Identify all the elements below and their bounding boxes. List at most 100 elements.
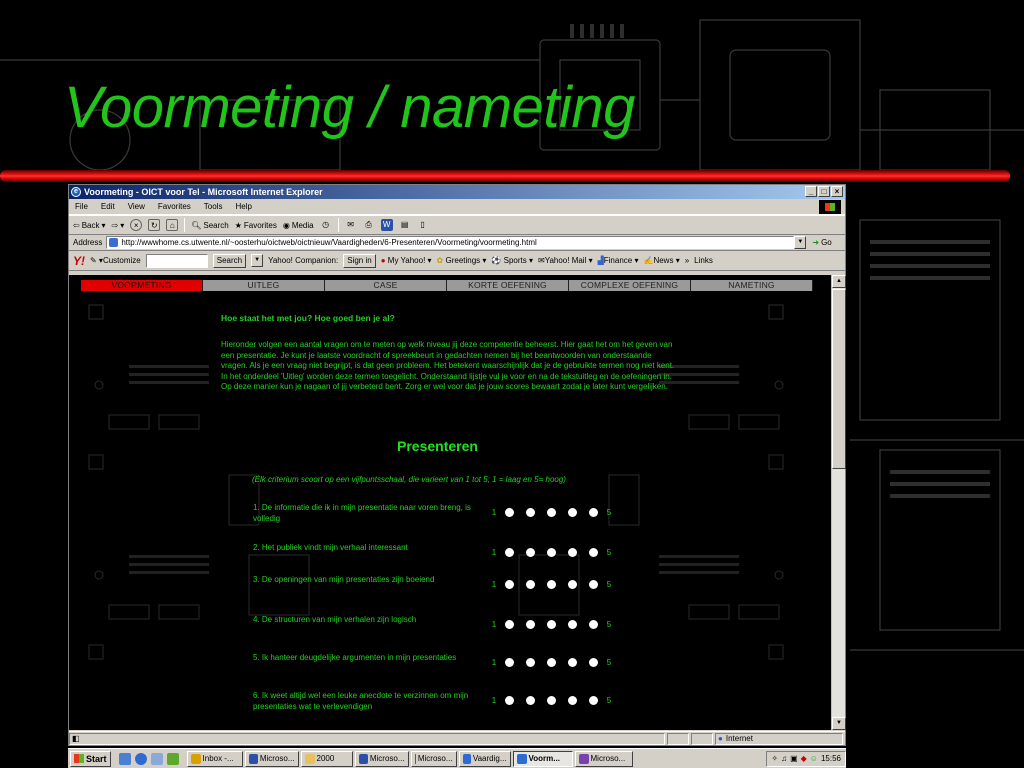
customize-button[interactable]: ✎ ▾Customize: [90, 256, 141, 265]
rating-radio[interactable]: [568, 508, 577, 517]
taskbar-window-button[interactable]: Microso...: [410, 750, 457, 767]
rating-radio[interactable]: [526, 620, 535, 629]
rating-radio[interactable]: [589, 620, 598, 629]
rating-radio[interactable]: [547, 620, 556, 629]
yahoo-logo-icon[interactable]: Y!: [73, 254, 85, 268]
menu-edit[interactable]: Edit: [101, 202, 115, 211]
go-button[interactable]: ➜ Go: [812, 238, 831, 247]
rating-radio[interactable]: [547, 658, 556, 667]
tray-display-icon[interactable]: ▣: [790, 754, 798, 763]
history-icon[interactable]: ◷: [320, 219, 332, 231]
taskbar-window-button[interactable]: Microso...: [574, 750, 633, 767]
rating-radio[interactable]: [589, 658, 598, 667]
rating-radio[interactable]: [568, 580, 577, 589]
menu-favorites[interactable]: Favorites: [158, 202, 191, 211]
yahoo-search-dropdown-icon[interactable]: ▼: [251, 254, 264, 267]
messenger-icon[interactable]: ▯: [417, 219, 429, 231]
app-quicklaunch-icon[interactable]: [166, 752, 179, 765]
links-button[interactable]: Links: [694, 256, 713, 265]
taskbar-window-button[interactable]: Vaardig...: [458, 750, 511, 767]
address-input[interactable]: http://wwwhome.cs.utwente.nl/~oosterhu/o…: [106, 236, 795, 249]
rating-radio[interactable]: [568, 548, 577, 557]
rating-radio[interactable]: [526, 580, 535, 589]
rating-radio[interactable]: [526, 696, 535, 705]
home-icon[interactable]: ⌂: [166, 219, 179, 231]
taskbar-window-button[interactable]: Inbox -...: [186, 750, 243, 767]
rating-radio[interactable]: [505, 696, 514, 705]
sign-in-button[interactable]: Sign in: [343, 253, 376, 268]
word-edit-icon[interactable]: W: [380, 219, 393, 231]
yahoo-search-input[interactable]: [145, 253, 208, 268]
tab-voormeting[interactable]: VOORMETING: [81, 280, 203, 291]
rating-radio[interactable]: [547, 508, 556, 517]
tab-nameting[interactable]: NAMETING: [691, 280, 813, 291]
rating-radio[interactable]: [505, 658, 514, 667]
tray-messenger-icon[interactable]: ☺: [810, 754, 818, 763]
taskbar-window-button[interactable]: 2000: [300, 750, 353, 767]
yahoo-search-button[interactable]: Search: [212, 253, 247, 268]
forward-button[interactable]: ⇨ ▾: [112, 221, 125, 230]
tray-app-icon[interactable]: ◆: [801, 754, 807, 763]
scrollbar-thumb[interactable]: [832, 289, 846, 469]
rating-radio[interactable]: [589, 696, 598, 705]
rating-radio[interactable]: [505, 508, 514, 517]
tray-volume-icon[interactable]: ♫: [781, 754, 787, 763]
yahoo-mail-button[interactable]: ✉Yahoo! Mail ▾: [538, 256, 593, 265]
rating-radio[interactable]: [547, 580, 556, 589]
stop-icon[interactable]: ×: [130, 219, 143, 231]
rating-radio[interactable]: [568, 696, 577, 705]
scroll-down-icon[interactable]: ▼: [832, 717, 846, 730]
tab-korte-oefening[interactable]: KORTE OEFENING: [447, 280, 569, 291]
tray-network-icon[interactable]: ✧: [771, 754, 778, 763]
taskbar-window-button[interactable]: Microso...: [244, 750, 299, 767]
refresh-icon[interactable]: ↻: [148, 219, 161, 231]
rating-radio[interactable]: [589, 508, 598, 517]
clock[interactable]: 15:56: [821, 754, 841, 763]
discuss-icon[interactable]: ▤: [399, 219, 411, 231]
my-yahoo-button[interactable]: ● My Yahoo! ▾: [381, 256, 432, 265]
rating-radio[interactable]: [505, 580, 514, 589]
start-button[interactable]: Start: [70, 750, 111, 767]
rating-radio[interactable]: [547, 696, 556, 705]
tab-complexe-oefening[interactable]: COMPLEXE OEFENING: [569, 280, 691, 291]
taskbar-window-button[interactable]: Microso...: [354, 750, 409, 767]
rating-radio[interactable]: [526, 548, 535, 557]
tab-uitleg[interactable]: UITLEG: [203, 280, 325, 291]
minimize-button[interactable]: _: [805, 186, 817, 197]
media-button[interactable]: ◉ Media: [283, 221, 314, 230]
tab-case[interactable]: CASE: [325, 280, 447, 291]
explorer-quicklaunch-icon[interactable]: [150, 752, 163, 765]
ie-quicklaunch-icon[interactable]: [134, 752, 147, 765]
taskbar-window-button[interactable]: Voorm...: [512, 750, 573, 767]
search-button[interactable]: 🔍︎ Search: [191, 221, 229, 230]
rating-radio[interactable]: [589, 580, 598, 589]
menu-help[interactable]: Help: [235, 202, 251, 211]
rating-radio[interactable]: [505, 620, 514, 629]
back-button[interactable]: ⇦ Back ▾: [73, 221, 106, 230]
greetings-button[interactable]: ✿ Greetings ▾: [437, 256, 487, 265]
favorites-button[interactable]: ★ Favorites: [235, 221, 277, 230]
show-desktop-icon[interactable]: [118, 752, 131, 765]
rating-radio[interactable]: [526, 508, 535, 517]
rating-radio[interactable]: [547, 548, 556, 557]
print-icon[interactable]: ⎙: [363, 219, 375, 231]
rating-radio[interactable]: [505, 548, 514, 557]
menu-tools[interactable]: Tools: [204, 202, 223, 211]
menu-view[interactable]: View: [128, 202, 145, 211]
address-dropdown-icon[interactable]: ▼: [794, 236, 807, 249]
rating-radio[interactable]: [568, 658, 577, 667]
rating-radio[interactable]: [526, 658, 535, 667]
news-button[interactable]: ✍News ▾: [643, 256, 679, 265]
menu-file[interactable]: File: [75, 202, 88, 211]
finance-button[interactable]: ▟Finance ▾: [598, 256, 639, 265]
maximize-button[interactable]: □: [818, 186, 830, 197]
scroll-up-icon[interactable]: ▲: [832, 275, 846, 288]
window-titlebar[interactable]: e Voormeting - OICT voor Tel - Microsoft…: [69, 185, 845, 199]
sports-button[interactable]: ⚽ Sports ▾: [491, 256, 533, 265]
close-button[interactable]: ×: [831, 186, 843, 197]
mail-icon[interactable]: ✉: [345, 219, 357, 231]
rating-radio[interactable]: [589, 548, 598, 557]
vertical-scrollbar[interactable]: ▲ ▼: [831, 275, 846, 730]
more-button[interactable]: »: [685, 256, 689, 265]
rating-radio[interactable]: [568, 620, 577, 629]
